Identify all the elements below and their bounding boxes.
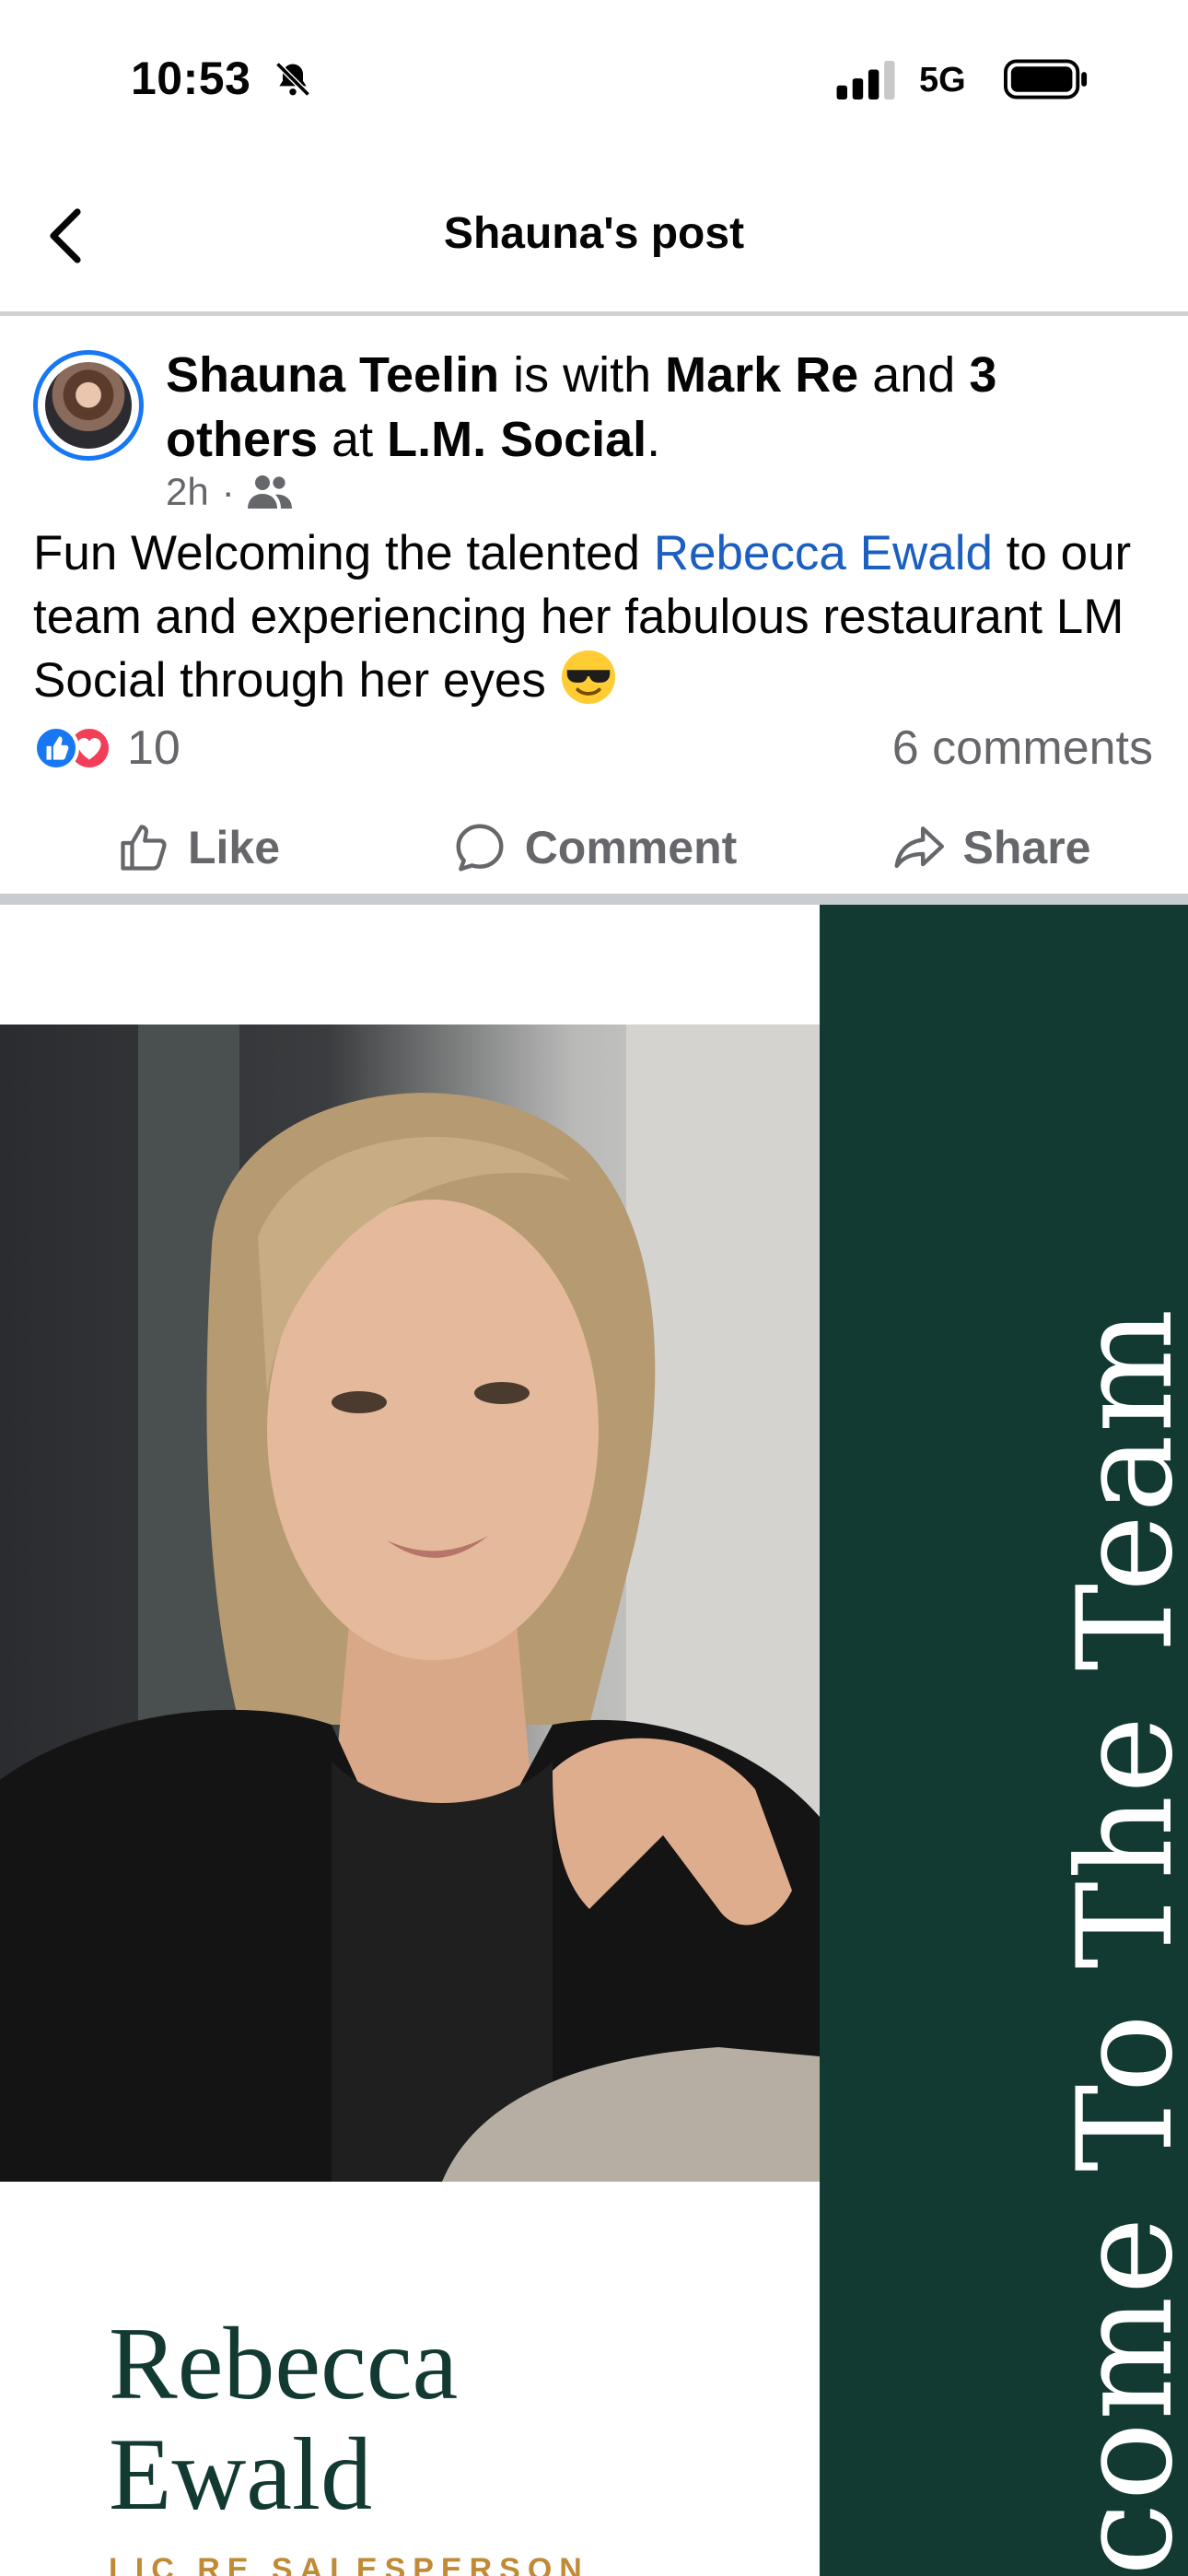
photo-top-margin [0, 905, 820, 1025]
reactions-summary[interactable]: 10 [33, 720, 181, 776]
header-divider [0, 311, 1188, 316]
reactions-count: 10 [127, 721, 181, 775]
featured-name-last: Ewald [109, 2418, 373, 2532]
portrait-image [0, 1025, 820, 2182]
battery-icon [1004, 59, 1088, 100]
and-text: and [858, 347, 970, 403]
at-text: at [318, 412, 388, 467]
post-meta: 2h · [166, 470, 292, 514]
location-link[interactable]: L.M. Social [387, 412, 646, 467]
like-label: Like [187, 822, 281, 873]
post-actions: Like Comment Share [0, 803, 1188, 892]
share-label: Share [962, 822, 1091, 873]
thumbs-up-icon [121, 825, 167, 871]
friends-icon [247, 475, 292, 509]
network-type: 5G [919, 61, 966, 100]
like-button[interactable]: Like [0, 803, 396, 892]
sunglasses-emoji-icon [561, 650, 615, 705]
comment-bubble-icon [456, 824, 504, 872]
post-photo[interactable]: come To The Team Rebecca Ewald LIC RE SA… [0, 905, 1188, 2576]
status-time: 10:53 [131, 53, 251, 104]
page-title: Shauna's post [443, 209, 745, 258]
featured-name: Rebecca Ewald [109, 2309, 458, 2530]
period: . [646, 412, 661, 467]
avatar[interactable] [33, 350, 144, 461]
actions-divider [0, 894, 1188, 905]
share-arrow-icon [894, 826, 944, 869]
post-text-start: Fun Welcoming the talented [33, 526, 654, 580]
comment-button[interactable]: Comment [396, 803, 792, 892]
comment-label: Comment [524, 822, 738, 873]
featured-role: LIC RE SALESPERSON [109, 2552, 589, 2576]
tagged-person-link[interactable]: Mark Re [665, 347, 858, 403]
signal-icon [836, 61, 895, 100]
post-body: Fun Welcoming the talented Rebecca Ewald… [33, 521, 1166, 712]
post-author-line: Shauna Teelin is with Mark Re and 3 othe… [166, 343, 1160, 472]
bell-off-icon [275, 62, 310, 97]
status-bar: 10:53 5G [0, 0, 1188, 157]
portrait-illustration [0, 1025, 820, 2182]
meta-separator: · [221, 470, 235, 513]
share-button[interactable]: Share [792, 803, 1188, 892]
post-timestamp[interactable]: 2h [166, 470, 209, 514]
post-header-bar: Shauna's post [0, 157, 1188, 311]
like-reaction-icon [33, 725, 79, 771]
avatar-image [45, 362, 132, 449]
mention-link[interactable]: Rebecca Ewald [654, 526, 993, 580]
author-name-link[interactable]: Shauna Teelin [166, 347, 499, 403]
comments-count[interactable]: 6 comments [892, 720, 1153, 776]
featured-name-first: Rebecca [109, 2307, 459, 2421]
vertical-caption: come To The Team [1050, 1306, 1188, 2576]
with-text: is with [499, 347, 666, 403]
